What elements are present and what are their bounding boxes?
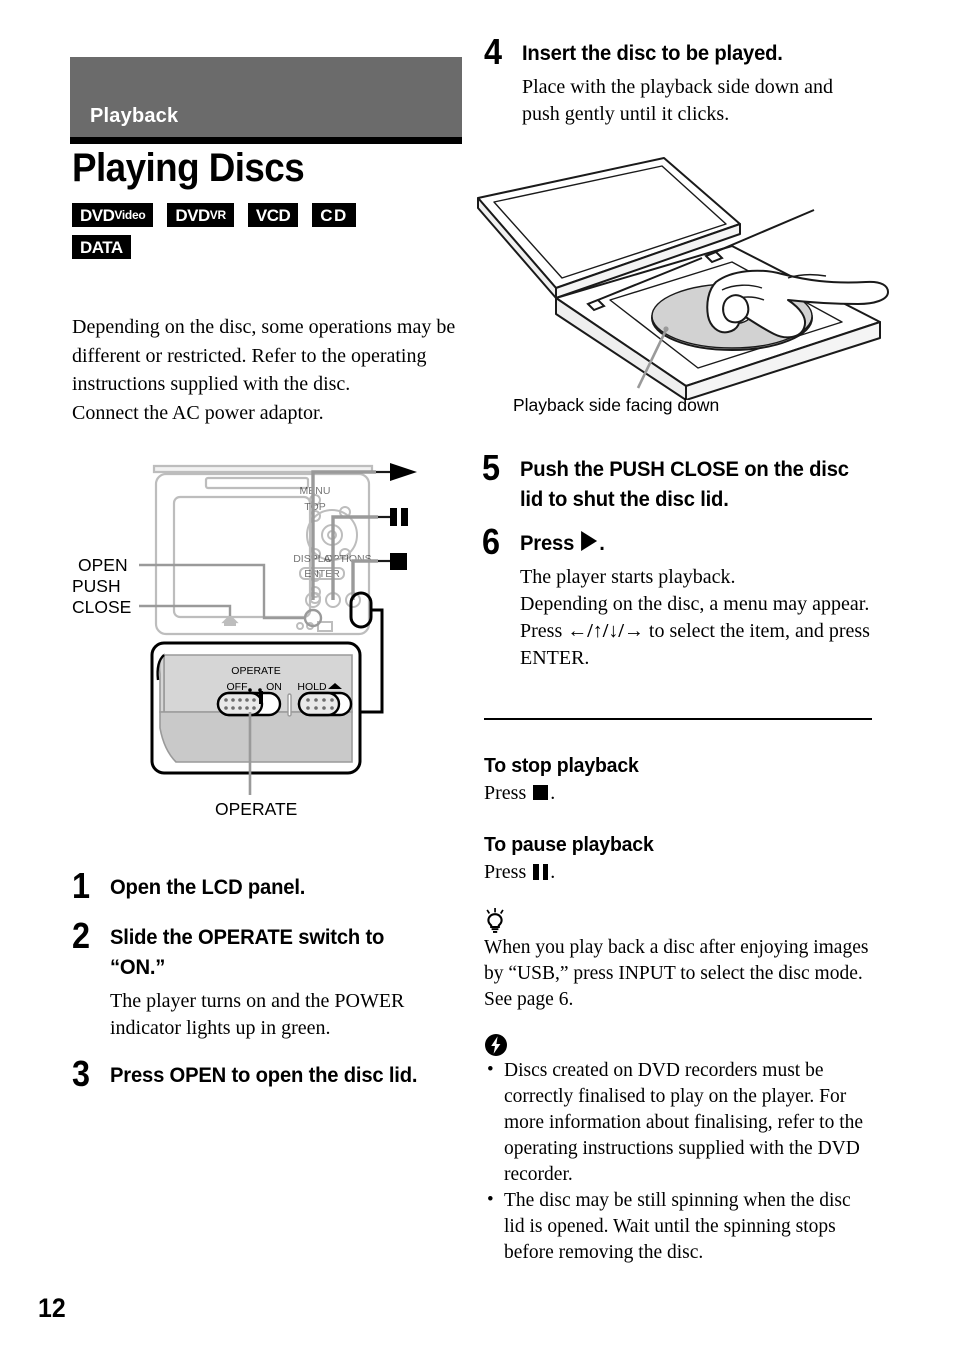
stop-playback-post: . <box>550 782 556 804</box>
step-1-heading: Open the LCD panel. <box>110 875 306 899</box>
svg-text:ENTER: ENTER <box>304 568 340 580</box>
badge-cd: CD <box>312 203 356 227</box>
step-4-description: Place with the playback side down and pu… <box>522 76 834 125</box>
switch-label-operate: OPERATE <box>231 665 280 677</box>
step-3-number: 3 <box>72 1053 91 1094</box>
step-6-heading-pre: Press <box>520 531 580 555</box>
stop-icon <box>390 553 407 570</box>
play-icon <box>581 531 598 551</box>
pause-playback-body: Press . <box>484 859 874 886</box>
lightbulb-icon <box>486 908 504 933</box>
device-top-view-diagram: MENU TOP DISPLAY OPTIONS ENTER OPEN PUSH… <box>60 450 470 825</box>
page-title: Playing Discs <box>72 146 305 190</box>
notes-list: Discs created on DVD recorders must be c… <box>484 1057 876 1266</box>
badge-dvd-video: DVD Video <box>72 203 154 227</box>
disc-insertion-illustration <box>470 150 890 401</box>
switch-label-on: ON <box>266 681 282 693</box>
badge-row-1: DVD Video DVD VR VCD CD <box>72 203 464 227</box>
chapter-rule <box>70 137 462 144</box>
section-divider <box>484 718 872 720</box>
steps-5-6-group: 5 Push the PUSH CLOSE on the disc lid to… <box>482 450 874 674</box>
step-4-number: 4 <box>484 31 503 72</box>
step-6: 6 Press . The player starts playback. De… <box>482 524 874 672</box>
stop-playback-pre: Press <box>484 782 532 804</box>
diagram-label-operate: OPERATE <box>215 799 297 819</box>
chapter-title: Playback <box>90 105 179 127</box>
step-4: 4 Insert the disc to be played. Place wi… <box>484 34 874 128</box>
stop-playback-heading: To stop playback <box>484 754 639 777</box>
step-6-heading: Press . <box>520 524 853 558</box>
step-6-heading-post: . <box>599 531 605 555</box>
step-6-desc-arrows: ←/↑/↓/→ <box>567 620 644 642</box>
step-4-heading: Insert the disc to be played. <box>522 41 783 65</box>
diagram-label-open: OPEN <box>78 555 128 575</box>
note-bolt-icon <box>485 1034 507 1056</box>
badge-data: DATA <box>72 235 131 259</box>
pause-icon <box>390 508 408 526</box>
page-number: 12 <box>38 1293 66 1323</box>
step-2-heading: Slide the OPERATE switch to “ON.” <box>110 925 385 979</box>
switch-label-off: OFF <box>227 681 248 693</box>
chapter-header-bar: Playback <box>70 57 462 137</box>
step-2: 2 Slide the OPERATE switch to “ON.” The … <box>72 918 460 1042</box>
stop-playback-body: Press . <box>484 780 874 807</box>
step-5-number: 5 <box>482 447 501 488</box>
badge-vcd: VCD <box>247 203 299 227</box>
step-6-number: 6 <box>482 521 501 562</box>
step-6-description: The player starts playback. Depending on… <box>520 564 874 672</box>
step-5: 5 Push the PUSH CLOSE on the disc lid to… <box>482 450 874 514</box>
badge-dvd-vr: DVD VR <box>167 203 234 227</box>
pause-playback-heading: To pause playback <box>484 833 654 856</box>
section-stop-playback: To stop playback Press . <box>484 753 874 807</box>
pause-playback-post: . <box>550 861 556 883</box>
tip-text: When you play back a disc after enjoying… <box>484 937 869 1010</box>
note-item: The disc may be still spinning when the … <box>484 1187 876 1266</box>
svg-text:TOP: TOP <box>304 501 325 513</box>
note-item: Discs created on DVD recorders must be c… <box>484 1057 876 1188</box>
pause-icon <box>533 864 549 880</box>
pause-playback-pre: Press <box>484 861 532 883</box>
step-1: 1 Open the LCD panel. <box>72 868 460 904</box>
switch-label-hold: HOLD <box>297 681 327 693</box>
step-6-desc-line1: The player starts playback. <box>520 566 736 588</box>
tip-block: When you play back a disc after enjoying… <box>484 908 876 1013</box>
diagram-label-close: CLOSE <box>72 597 131 617</box>
steps-left-column: 1 Open the LCD panel. 2 Slide the OPERAT… <box>72 868 460 1106</box>
step-5-heading: Push the PUSH CLOSE on the disc lid to s… <box>520 457 849 511</box>
step-2-number: 2 <box>72 915 91 956</box>
notes-block: Discs created on DVD recorders must be c… <box>484 1033 876 1266</box>
device-diagram-svg: MENU TOP DISPLAY OPTIONS ENTER OPEN PUSH… <box>72 463 417 819</box>
step-3-heading: Press OPEN to open the disc lid. <box>110 1063 418 1087</box>
svg-text:MENU: MENU <box>300 485 331 497</box>
stop-icon <box>533 785 549 800</box>
step-3: 3 Press OPEN to open the disc lid. <box>72 1056 460 1092</box>
intro-text: Depending on the disc, some operations m… <box>72 313 458 427</box>
illustration-caption: Playback side facing down <box>513 395 720 415</box>
disc-insertion-svg <box>477 157 889 401</box>
diagram-label-push: PUSH <box>72 576 121 596</box>
intro-paragraph-1: Depending on the disc, some operations m… <box>72 316 456 395</box>
play-icon <box>390 463 417 481</box>
intro-paragraph-2: Connect the AC power adaptor. <box>72 401 324 424</box>
section-pause-playback: To pause playback Press . <box>484 832 874 886</box>
step-1-number: 1 <box>72 865 91 906</box>
disc-format-badges: DVD Video DVD VR VCD CD DATA <box>72 203 464 267</box>
steps-right-column: 4 Insert the disc to be played. Place wi… <box>484 34 874 130</box>
manual-page: Playback Playing Discs DVD Video DVD VR VC… <box>0 0 954 1357</box>
step-2-description: The player turns on and the POWER indica… <box>110 990 405 1039</box>
badge-row-2: DATA <box>72 235 464 259</box>
